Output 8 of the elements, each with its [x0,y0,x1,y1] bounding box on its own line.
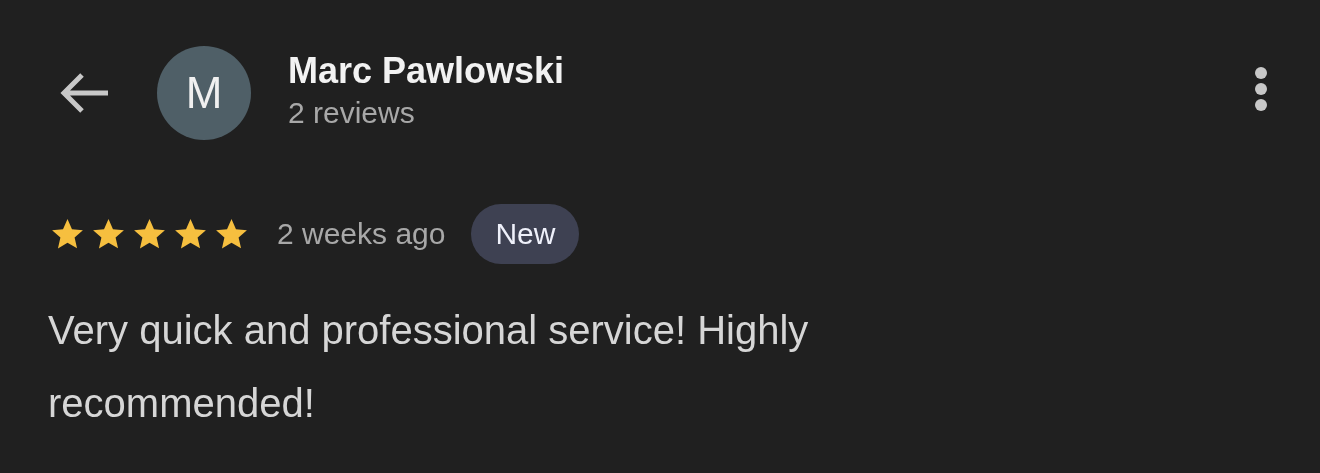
review-time: 2 weeks ago [277,217,446,251]
review-count: 2 reviews [288,96,416,130]
more-options-icon[interactable] [1254,66,1268,112]
reviewer-name[interactable]: Marc Pawlowski [288,50,565,92]
new-badge: New [471,204,580,264]
back-arrow-icon[interactable] [58,71,110,115]
review-text: Very quick and professional service! Highly recommended! [48,307,810,427]
avatar[interactable]: M [157,46,251,140]
